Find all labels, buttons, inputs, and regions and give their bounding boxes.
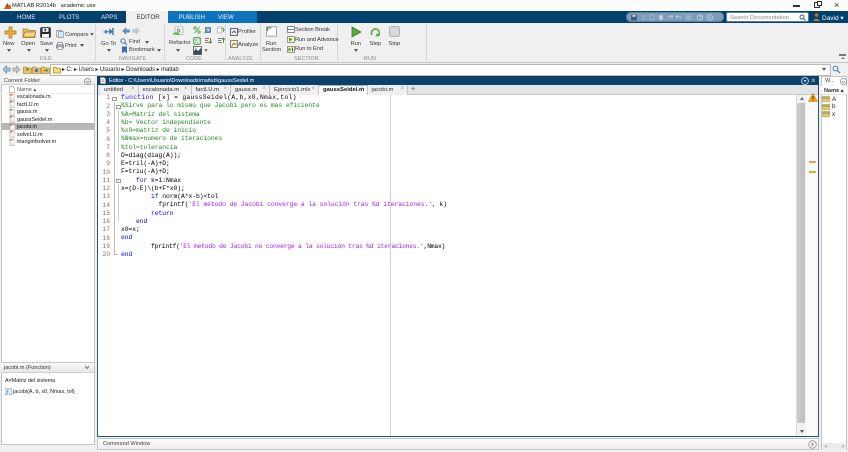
- svg-text:5: 5: [195, 39, 198, 45]
- svg-text:?: ?: [699, 15, 702, 21]
